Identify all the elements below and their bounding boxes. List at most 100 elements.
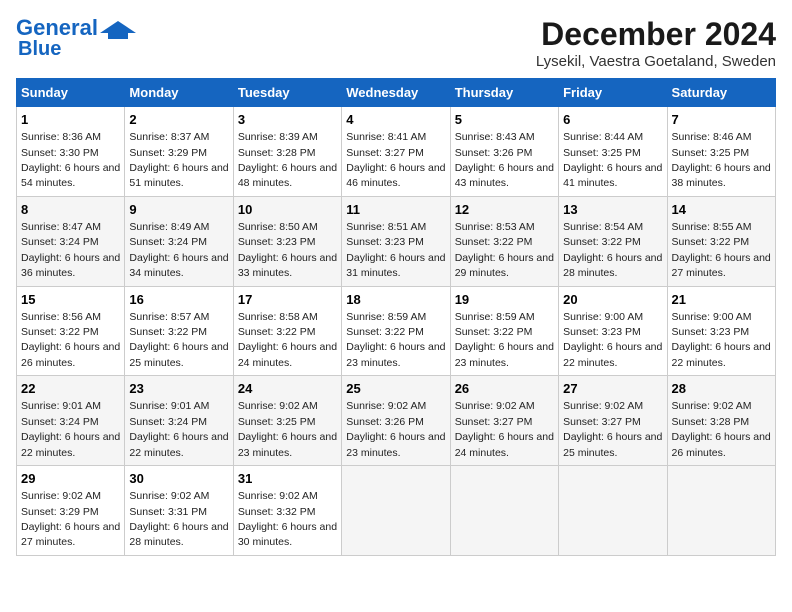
day-header-tuesday: Tuesday <box>233 79 341 107</box>
calendar-cell <box>559 466 667 556</box>
calendar-cell: 16Sunrise: 8:57 AMSunset: 3:22 PMDayligh… <box>125 286 233 376</box>
day-number: 10 <box>238 201 337 219</box>
day-info: Sunrise: 9:02 AMSunset: 3:25 PMDaylight:… <box>238 400 337 458</box>
day-info: Sunrise: 8:37 AMSunset: 3:29 PMDaylight:… <box>129 131 228 189</box>
calendar-cell: 31 Sunrise: 9:02 AMSunset: 3:32 PMDayligh… <box>233 466 341 556</box>
day-number: 17 <box>238 291 337 309</box>
week-row-4: 22 Sunrise: 9:01 AMSunset: 3:24 PMDayligh… <box>17 376 776 466</box>
day-number: 4 <box>346 111 445 129</box>
calendar-cell: 30Sunrise: 9:02 AMSunset: 3:31 PMDayligh… <box>125 466 233 556</box>
day-info: Sunrise: 9:02 AMSunset: 3:28 PMDaylight:… <box>672 400 771 458</box>
day-number: 9 <box>129 201 228 219</box>
day-number: 28 <box>672 380 771 398</box>
calendar-cell: 29Sunrise: 9:02 AMSunset: 3:29 PMDayligh… <box>17 466 125 556</box>
calendar-cell <box>342 466 450 556</box>
calendar-body: 1Sunrise: 8:36 AMSunset: 3:30 PMDaylight… <box>17 107 776 556</box>
calendar-cell: 25Sunrise: 9:02 AMSunset: 3:26 PMDayligh… <box>342 376 450 466</box>
calendar-cell: 10 Sunrise: 8:50 AMSunset: 3:23 PMDayligh… <box>233 196 341 286</box>
day-number: 5 <box>455 111 554 129</box>
day-info: Sunrise: 8:57 AMSunset: 3:22 PMDaylight:… <box>129 311 228 369</box>
calendar-cell: 4 Sunrise: 8:41 AMSunset: 3:27 PMDaylight… <box>342 107 450 197</box>
calendar-cell: 8 Sunrise: 8:47 AMSunset: 3:24 PMDaylight… <box>17 196 125 286</box>
day-number: 6 <box>563 111 662 129</box>
calendar-cell: 21Sunrise: 9:00 AMSunset: 3:23 PMDayligh… <box>667 286 775 376</box>
day-number: 26 <box>455 380 554 398</box>
day-number: 19 <box>455 291 554 309</box>
day-header-saturday: Saturday <box>667 79 775 107</box>
day-info: Sunrise: 8:59 AMSunset: 3:22 PMDaylight:… <box>455 311 554 369</box>
calendar-cell: 26 Sunrise: 9:02 AMSunset: 3:27 PMDayligh… <box>450 376 558 466</box>
calendar-cell: 22Sunrise: 9:01 AMSunset: 3:24 PMDayligh… <box>17 376 125 466</box>
calendar-cell: 15Sunrise: 8:56 AMSunset: 3:22 PMDayligh… <box>17 286 125 376</box>
day-info: Sunrise: 8:47 AMSunset: 3:24 PMDaylight:… <box>21 221 120 279</box>
day-info: Sunrise: 8:58 AMSunset: 3:22 PMDaylight:… <box>238 311 337 369</box>
calendar-cell: 13 Sunrise: 8:54 AMSunset: 3:22 PMDayligh… <box>559 196 667 286</box>
day-number: 3 <box>238 111 337 129</box>
day-header-friday: Friday <box>559 79 667 107</box>
logo-blue-text: Blue <box>18 38 61 60</box>
logo-text: General <box>16 16 98 40</box>
day-number: 23 <box>129 380 228 398</box>
calendar-header: SundayMondayTuesdayWednesdayThursdayFrid… <box>17 79 776 107</box>
day-header-sunday: Sunday <box>17 79 125 107</box>
day-info: Sunrise: 9:02 AMSunset: 3:31 PMDaylight:… <box>129 490 228 548</box>
day-info: Sunrise: 9:02 AMSunset: 3:27 PMDaylight:… <box>455 400 554 458</box>
day-number: 29 <box>21 470 120 488</box>
day-info: Sunrise: 9:02 AMSunset: 3:32 PMDaylight:… <box>238 490 337 548</box>
day-info: Sunrise: 8:56 AMSunset: 3:22 PMDaylight:… <box>21 311 120 369</box>
page-subtitle: Lysekil, Vaestra Goetaland, Sweden <box>536 53 776 70</box>
day-number: 1 <box>21 111 120 129</box>
day-info: Sunrise: 8:46 AMSunset: 3:25 PMDaylight:… <box>672 131 771 189</box>
day-number: 11 <box>346 201 445 219</box>
calendar-cell: 18Sunrise: 8:59 AMSunset: 3:22 PMDayligh… <box>342 286 450 376</box>
day-info: Sunrise: 8:54 AMSunset: 3:22 PMDaylight:… <box>563 221 662 279</box>
page-title: December 2024 <box>536 16 776 53</box>
day-info: Sunrise: 8:49 AMSunset: 3:24 PMDaylight:… <box>129 221 228 279</box>
day-number: 12 <box>455 201 554 219</box>
day-number: 13 <box>563 201 662 219</box>
calendar-cell: 19 Sunrise: 8:59 AMSunset: 3:22 PMDayligh… <box>450 286 558 376</box>
day-info: Sunrise: 8:39 AMSunset: 3:28 PMDaylight:… <box>238 131 337 189</box>
week-row-2: 8 Sunrise: 8:47 AMSunset: 3:24 PMDaylight… <box>17 196 776 286</box>
day-number: 2 <box>129 111 228 129</box>
day-info: Sunrise: 8:41 AMSunset: 3:27 PMDaylight:… <box>346 131 445 189</box>
day-info: Sunrise: 8:43 AMSunset: 3:26 PMDaylight:… <box>455 131 554 189</box>
day-number: 8 <box>21 201 120 219</box>
week-row-3: 15Sunrise: 8:56 AMSunset: 3:22 PMDayligh… <box>17 286 776 376</box>
calendar-cell: 11 Sunrise: 8:51 AMSunset: 3:23 PMDayligh… <box>342 196 450 286</box>
day-number: 18 <box>346 291 445 309</box>
calendar-cell: 9 Sunrise: 8:49 AMSunset: 3:24 PMDaylight… <box>125 196 233 286</box>
logo-icon <box>100 19 136 39</box>
page-header: General Blue December 2024 Lysekil, Vaes… <box>16 16 776 70</box>
day-info: Sunrise: 9:02 AMSunset: 3:27 PMDaylight:… <box>563 400 662 458</box>
day-number: 31 <box>238 470 337 488</box>
title-block: December 2024 Lysekil, Vaestra Goetaland… <box>536 16 776 70</box>
day-info: Sunrise: 9:01 AMSunset: 3:24 PMDaylight:… <box>129 400 228 458</box>
calendar-cell <box>667 466 775 556</box>
day-header-monday: Monday <box>125 79 233 107</box>
calendar-cell: 24Sunrise: 9:02 AMSunset: 3:25 PMDayligh… <box>233 376 341 466</box>
calendar-cell: 3 Sunrise: 8:39 AMSunset: 3:28 PMDaylight… <box>233 107 341 197</box>
day-header-wednesday: Wednesday <box>342 79 450 107</box>
calendar-cell: 17 Sunrise: 8:58 AMSunset: 3:22 PMDayligh… <box>233 286 341 376</box>
day-number: 14 <box>672 201 771 219</box>
day-info: Sunrise: 8:50 AMSunset: 3:23 PMDaylight:… <box>238 221 337 279</box>
calendar-cell: 20Sunrise: 9:00 AMSunset: 3:23 PMDayligh… <box>559 286 667 376</box>
calendar-cell: 23 Sunrise: 9:01 AMSunset: 3:24 PMDayligh… <box>125 376 233 466</box>
day-info: Sunrise: 8:51 AMSunset: 3:23 PMDaylight:… <box>346 221 445 279</box>
calendar-cell: 2 Sunrise: 8:37 AMSunset: 3:29 PMDaylight… <box>125 107 233 197</box>
day-info: Sunrise: 8:53 AMSunset: 3:22 PMDaylight:… <box>455 221 554 279</box>
day-number: 25 <box>346 380 445 398</box>
day-info: Sunrise: 8:44 AMSunset: 3:25 PMDaylight:… <box>563 131 662 189</box>
calendar-cell: 6 Sunrise: 8:44 AMSunset: 3:25 PMDaylight… <box>559 107 667 197</box>
calendar-cell: 14Sunrise: 8:55 AMSunset: 3:22 PMDayligh… <box>667 196 775 286</box>
calendar-cell: 5 Sunrise: 8:43 AMSunset: 3:26 PMDaylight… <box>450 107 558 197</box>
calendar-cell <box>450 466 558 556</box>
calendar-cell: 1Sunrise: 8:36 AMSunset: 3:30 PMDaylight… <box>17 107 125 197</box>
calendar-cell: 12 Sunrise: 8:53 AMSunset: 3:22 PMDayligh… <box>450 196 558 286</box>
calendar-cell: 28 Sunrise: 9:02 AMSunset: 3:28 PMDayligh… <box>667 376 775 466</box>
calendar-table: SundayMondayTuesdayWednesdayThursdayFrid… <box>16 78 776 556</box>
day-number: 22 <box>21 380 120 398</box>
day-header-thursday: Thursday <box>450 79 558 107</box>
logo: General Blue <box>16 16 136 60</box>
